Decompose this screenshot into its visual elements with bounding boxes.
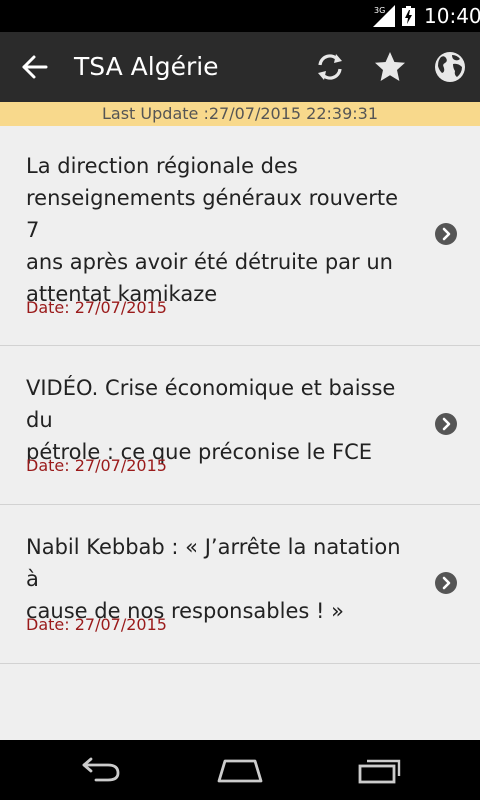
- nav-back-icon[interactable]: [78, 756, 122, 784]
- network-type-label: 3G: [374, 6, 385, 15]
- article-date: Date: 27/07/2015: [26, 298, 167, 317]
- chevron-right-icon[interactable]: [434, 571, 458, 595]
- last-update-banner: Last Update :27/07/2015 22:39:31: [0, 102, 480, 126]
- status-time: 10:40: [424, 4, 480, 28]
- article-headline: La direction régionale des renseignement…: [26, 154, 399, 306]
- article-date: Date: 27/07/2015: [26, 615, 167, 634]
- refresh-icon[interactable]: [312, 49, 348, 85]
- nav-home-icon[interactable]: [216, 756, 264, 784]
- article-item[interactable]: VIDÉO. Crise économique et baisse du pét…: [0, 346, 480, 505]
- article-item[interactable]: Nabil Kebbab : « J’arrête la natation à …: [0, 505, 480, 664]
- article-item[interactable]: La direction régionale des renseignement…: [0, 126, 480, 346]
- app-title: TSA Algérie: [74, 52, 219, 81]
- globe-icon[interactable]: [432, 49, 468, 85]
- chevron-right-icon[interactable]: [434, 222, 458, 246]
- status-bar: 3G 10:40: [0, 0, 480, 32]
- article-date: Date: 27/07/2015: [26, 456, 167, 475]
- article-headline: VIDÉO. Crise économique et baisse du pét…: [26, 376, 396, 464]
- article-list: La direction régionale des renseignement…: [0, 126, 480, 740]
- battery-charging-icon: [402, 6, 415, 26]
- action-bar: TSA Algérie: [0, 32, 480, 102]
- back-arrow-icon[interactable]: [20, 53, 50, 81]
- chevron-right-icon[interactable]: [434, 412, 458, 436]
- nav-recent-apps-icon[interactable]: [358, 756, 404, 784]
- navigation-bar: [0, 740, 480, 800]
- article-headline: Nabil Kebbab : « J’arrête la natation à …: [26, 535, 401, 623]
- network-signal-icon: 3G: [373, 5, 395, 27]
- star-icon[interactable]: [372, 49, 408, 85]
